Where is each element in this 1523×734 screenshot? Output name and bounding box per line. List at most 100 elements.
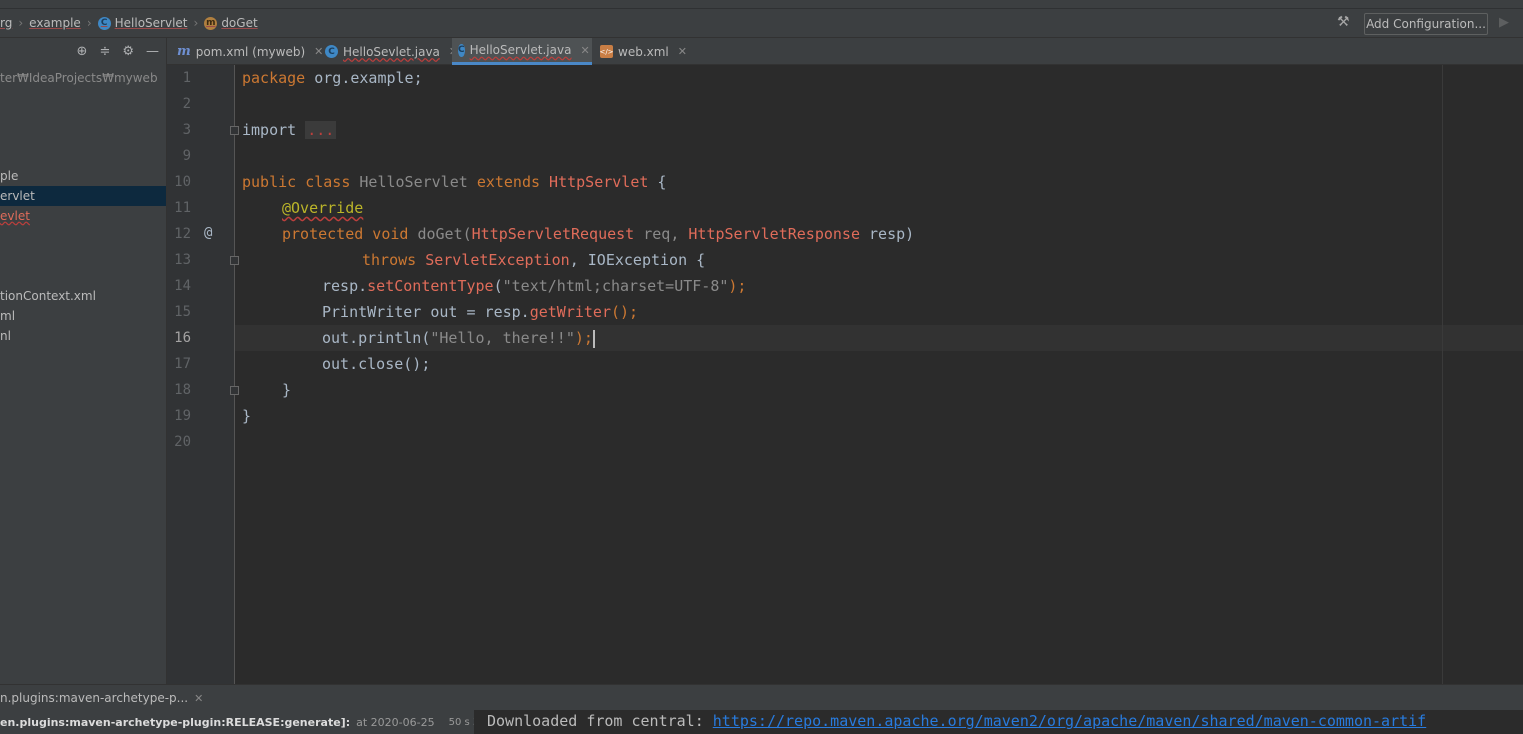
console-output: Downloaded from central: https://repo.ma… (487, 712, 1426, 730)
breadcrumb-method-label: doGet (221, 16, 258, 30)
unresolved-class: HttpServletRequest (471, 225, 635, 243)
breadcrumb-class[interactable]: C HelloServlet (97, 16, 188, 30)
code-text: org.example; (305, 69, 423, 87)
tree-item-helloservlet[interactable]: ervlet (0, 186, 166, 206)
code-text: ( (493, 277, 503, 295)
param: req, (634, 225, 689, 243)
line-number: 12 (174, 226, 191, 242)
collapse-all-icon[interactable]: ≑ (99, 44, 110, 59)
code-text: } (282, 381, 292, 399)
breadcrumb-method[interactable]: m doGet (204, 16, 258, 30)
keyword: package (242, 69, 306, 87)
line-number: 1 (182, 70, 191, 86)
chevron-right-icon: › (18, 16, 24, 30)
class-icon: C (97, 16, 111, 30)
code-line-11: @Override (282, 195, 363, 221)
class-icon: C (458, 43, 465, 57)
run-history-entry[interactable]: en.plugins:maven-archetype-plugin:RELEAS… (0, 710, 474, 734)
code-content[interactable]: package org.example; import ... public c… (242, 65, 914, 425)
string-literal: "Hello, there!!" (430, 329, 575, 347)
minimize-icon[interactable]: — (146, 44, 159, 59)
line-number: 17 (174, 356, 191, 372)
console-link[interactable]: https://repo.maven.apache.org/maven2/org… (713, 712, 1426, 730)
tab-helloservlet-java[interactable]: C HelloServlet.java ✕ (452, 38, 592, 65)
tree-item-example[interactable]: ple (0, 166, 166, 186)
run-entry-date: at 2020-06-25 (356, 715, 435, 729)
line-number: 2 (182, 96, 191, 112)
unresolved-method: setContentType (367, 277, 494, 295)
project-toolbar: ⊕ ≑ ⚙ — (0, 38, 166, 64)
fold-icon[interactable] (230, 126, 239, 135)
locate-icon[interactable]: ⊕ (77, 44, 88, 59)
tab-label: web.xml (618, 44, 669, 59)
tree-item-root-path[interactable]: ter₩IdeaProjects₩myweb (0, 68, 166, 88)
title-strip (0, 0, 1523, 9)
unresolved-method: getWriter (529, 303, 611, 321)
right-margin-guide (1442, 65, 1443, 684)
line-number: 9 (182, 148, 191, 164)
param: resp) (860, 225, 915, 243)
code-editor[interactable]: 1 2 3 9 10 11 12 13 14 15 16 17 18 19 20… (167, 65, 1523, 684)
code-text: ); (574, 329, 593, 347)
breadcrumb-org[interactable]: rg (0, 16, 12, 30)
keyword: protected void (282, 225, 409, 243)
run-console: en.plugins:maven-archetype-plugin:RELEAS… (0, 710, 1523, 734)
tree-item-hellosevlet[interactable]: evlet (0, 206, 166, 226)
keyword: extends (476, 173, 541, 191)
folded-imports[interactable]: ... (305, 121, 337, 139)
tree-item-xml-1[interactable]: ml (0, 306, 166, 326)
unresolved-class: HttpServletResponse (688, 225, 860, 243)
override-marker-icon[interactable]: @ (204, 225, 212, 241)
line-number-current: 16 (174, 330, 191, 346)
code-line-14: resp.setContentType("text/html;charset=U… (322, 273, 746, 299)
code-text: (); (611, 303, 639, 321)
keyword: public class (242, 173, 351, 191)
unresolved-class: HttpServlet (540, 173, 649, 191)
code-text: out.println( (322, 329, 431, 347)
editor-tab-bar: m pom.xml (myweb) ✕ C HelloSevlet.java ✕… (167, 38, 1523, 65)
breadcrumb: rg › example › C HelloServlet › m doGet (0, 13, 258, 33)
build-hammer-icon[interactable]: ⚒ (1337, 14, 1355, 32)
run-tab[interactable]: n.plugins:maven-archetype-p... ✕ (0, 688, 203, 708)
line-number: 3 (182, 122, 191, 138)
tab-pom-xml[interactable]: m pom.xml (myweb) ✕ (171, 38, 329, 65)
tab-label: pom.xml (myweb) (195, 44, 306, 59)
code-line-1: package org.example; (242, 65, 423, 91)
line-number: 13 (174, 252, 191, 268)
tab-web-xml[interactable]: </> web.xml ✕ (594, 38, 693, 65)
code-text: PrintWriter out = resp. (322, 303, 530, 321)
method-icon: m (204, 16, 218, 30)
breadcrumb-example[interactable]: example (29, 16, 81, 30)
code-line-3: import ... (242, 117, 337, 143)
tab-hellosevlet-java[interactable]: C HelloSevlet.java ✕ (319, 38, 464, 65)
code-line-15: PrintWriter out = resp.getWriter(); (322, 299, 638, 325)
tree-item-application-context[interactable]: tionContext.xml (0, 286, 166, 306)
fold-icon[interactable] (230, 386, 239, 395)
line-number: 14 (174, 278, 191, 294)
string-literal: "text/html;charset=UTF-8" (502, 277, 729, 295)
close-icon[interactable]: ✕ (580, 44, 589, 57)
line-number: 11 (174, 200, 191, 216)
keyword: import (242, 121, 297, 139)
add-configuration-button[interactable]: Add Configuration... (1364, 13, 1488, 35)
fold-icon[interactable] (230, 256, 239, 265)
unresolved-class: ServletException (416, 251, 570, 269)
line-number: 20 (174, 434, 191, 450)
line-number: 19 (174, 408, 191, 424)
tab-label: HelloSevlet.java (343, 44, 440, 59)
gear-icon[interactable]: ⚙ (122, 44, 134, 59)
annotation: @Override (282, 199, 364, 217)
class-name: HelloServlet (350, 173, 477, 191)
run-icon[interactable]: ▶ (1499, 15, 1509, 30)
code-line-18: } (282, 377, 291, 403)
close-icon[interactable]: ✕ (678, 45, 687, 58)
close-icon[interactable]: ✕ (194, 692, 203, 705)
class-icon: C (325, 45, 338, 58)
code-line-19: } (242, 403, 251, 429)
chevron-right-icon: › (86, 16, 92, 30)
code-text: , IOException { (569, 251, 706, 269)
chevron-right-icon: › (193, 16, 199, 30)
run-tool-window-tabs: n.plugins:maven-archetype-p... ✕ (0, 684, 1523, 710)
breadcrumb-class-label: HelloServlet (114, 16, 188, 30)
tree-item-xml-2[interactable]: nl (0, 326, 166, 346)
